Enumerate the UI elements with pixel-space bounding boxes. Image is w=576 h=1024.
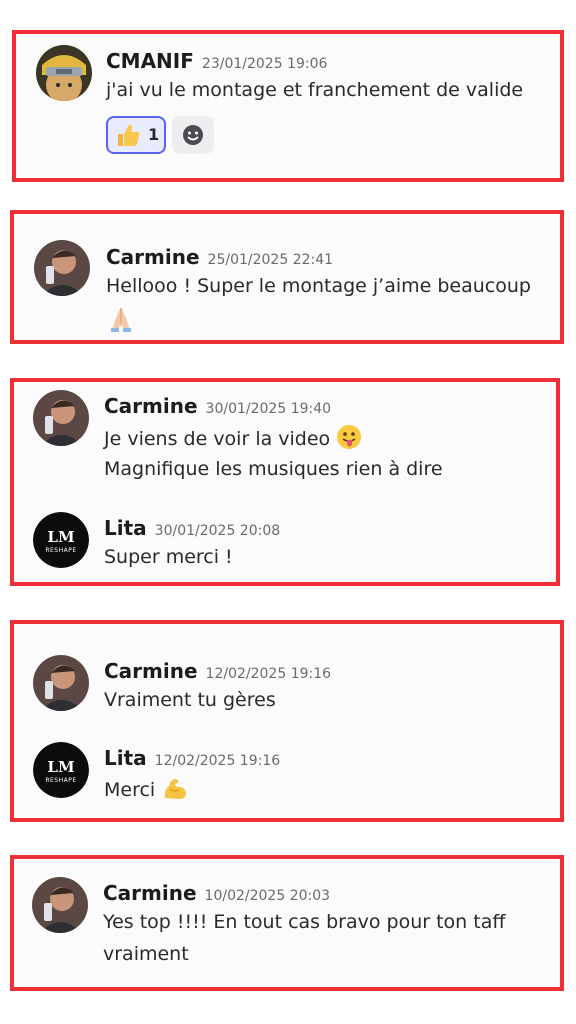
author-name[interactable]: Carmine — [106, 245, 200, 269]
message-text: Super merci ! — [104, 546, 233, 568]
message: Carmine 30/01/2025 19:40 Je viens de voir… — [33, 390, 553, 480]
message-text: Magnifique les musiques rien à dire — [104, 458, 443, 480]
reaction-thumbs-up[interactable]: 1 — [106, 116, 166, 154]
message-text: j'ai vu le montage et franchement de val… — [106, 79, 524, 101]
lm-reshape-logo-avatar-icon: LM RESHAPE — [33, 512, 89, 568]
avatar[interactable]: LM RESHAPE — [33, 742, 89, 798]
author-name[interactable]: Carmine — [104, 659, 198, 683]
ninja-headband-avatar-icon — [36, 45, 92, 101]
avatar[interactable] — [33, 655, 89, 711]
thumbs-up-icon — [114, 121, 142, 153]
man-with-phone-avatar-icon — [34, 240, 90, 296]
add-reaction-button[interactable] — [172, 116, 214, 154]
smiley-icon — [182, 124, 204, 150]
message-text: Hellooo ! Super le montage j’aime beauco… — [106, 275, 531, 297]
timestamp: 30/01/2025 20:08 — [154, 523, 281, 539]
reaction-count: 1 — [148, 125, 160, 144]
avatar[interactable] — [34, 240, 90, 296]
author-name[interactable]: Carmine — [103, 881, 197, 905]
avatar[interactable] — [33, 390, 89, 446]
message: LM RESHAPE Lita 30/01/2025 20:08 Super me… — [33, 512, 553, 572]
message-text: Yes top !!!! En tout cas bravo pour ton … — [103, 911, 506, 933]
svg-text:LM: LM — [47, 758, 74, 776]
timestamp: 12/02/2025 19:16 — [154, 753, 281, 769]
timestamp: 30/01/2025 19:40 — [205, 401, 332, 417]
svg-text:LM: LM — [47, 528, 74, 546]
author-name[interactable]: Lita — [104, 516, 147, 540]
flexed-biceps-icon — [161, 774, 189, 807]
man-with-phone-avatar-icon — [32, 877, 88, 933]
message-text: vraiment — [103, 943, 189, 965]
message: CMANIF 23/01/2025 19:06 j'ai vu le montag… — [36, 45, 556, 165]
folded-hands-icon — [106, 304, 136, 338]
timestamp: 12/02/2025 19:16 — [205, 666, 332, 682]
timestamp: 10/02/2025 20:03 — [204, 888, 331, 904]
message-text: Vraiment tu gères — [104, 689, 276, 711]
author-name[interactable]: CMANIF — [106, 49, 194, 73]
svg-text:RESHAPE: RESHAPE — [45, 777, 76, 784]
tongue-face-icon — [336, 424, 362, 455]
lm-reshape-logo-avatar-icon: LM RESHAPE — [33, 742, 89, 798]
man-with-phone-avatar-icon — [33, 390, 89, 446]
avatar[interactable]: LM RESHAPE — [33, 512, 89, 568]
man-with-phone-avatar-icon — [33, 655, 89, 711]
message-text: Merci — [104, 779, 156, 801]
message: Carmine 10/02/2025 20:03 Yes top !!!! En … — [32, 877, 552, 977]
message-text: Je viens de voir la video — [104, 428, 331, 450]
message: Carmine 25/01/2025 22:41 Hellooo ! Super … — [34, 240, 554, 340]
author-name[interactable]: Lita — [104, 746, 147, 770]
author-name[interactable]: Carmine — [104, 394, 198, 418]
message: LM RESHAPE Lita 12/02/2025 19:16 Merci — [33, 742, 553, 802]
svg-text:RESHAPE: RESHAPE — [45, 547, 76, 554]
timestamp: 23/01/2025 19:06 — [201, 56, 328, 72]
message: Carmine 12/02/2025 19:16 Vraiment tu gère… — [33, 655, 553, 715]
avatar[interactable] — [32, 877, 88, 933]
avatar[interactable] — [36, 45, 92, 101]
timestamp: 25/01/2025 22:41 — [207, 252, 334, 268]
